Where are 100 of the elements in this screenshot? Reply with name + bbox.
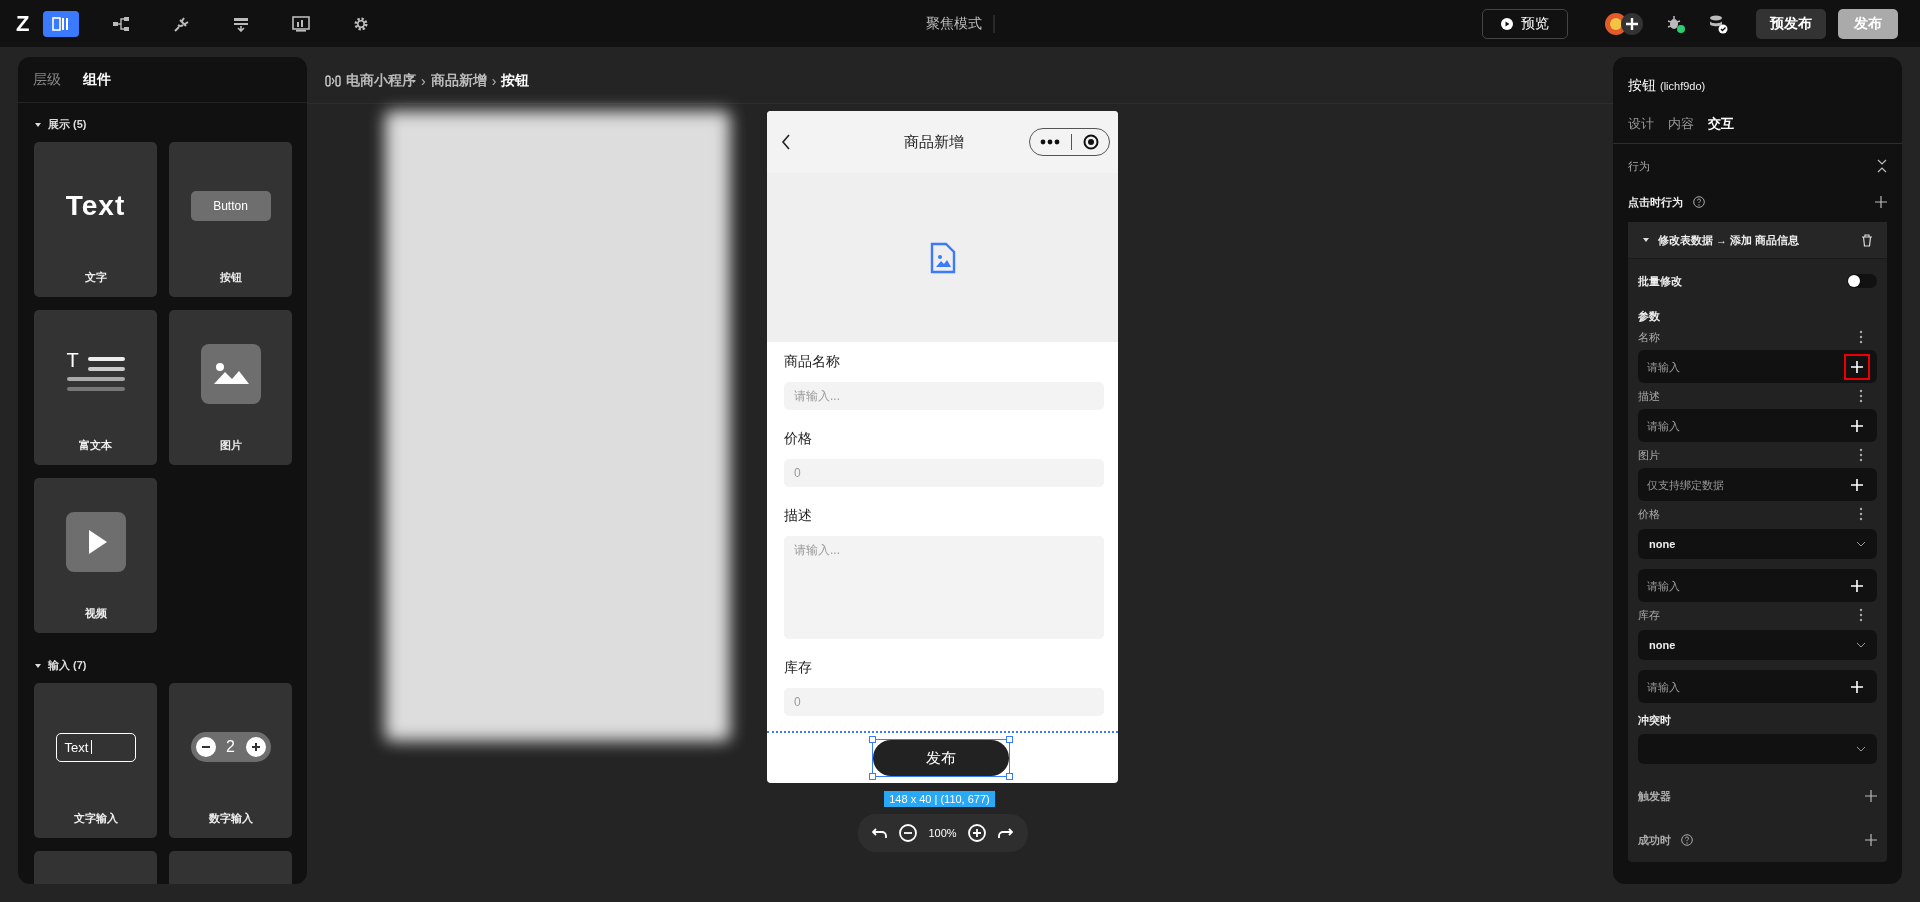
input-field[interactable]: 请输入 xyxy=(1638,409,1877,442)
component-card[interactable]: 图片 xyxy=(169,310,292,465)
component-card[interactable]: T 富文本 xyxy=(34,310,157,465)
add-icon[interactable] xyxy=(1865,834,1877,846)
redo-icon[interactable] xyxy=(996,827,1013,839)
preview-button[interactable]: 预览 xyxy=(1482,8,1568,39)
more-icon[interactable] xyxy=(1859,389,1863,403)
section-title: 成功时 xyxy=(1638,832,1671,848)
resize-handle[interactable] xyxy=(1005,736,1013,743)
input-field[interactable]: 0 xyxy=(784,459,1104,487)
help-icon[interactable] xyxy=(1693,196,1705,208)
input-field[interactable]: 请输入 xyxy=(1638,670,1877,703)
logo[interactable]: Z xyxy=(16,10,30,37)
panel-tab[interactable]: 交互 xyxy=(1708,115,1734,133)
prepublish-button[interactable]: 预发布 xyxy=(1756,8,1826,39)
toggle-label: 批量修改 xyxy=(1638,273,1682,289)
select-field[interactable]: none xyxy=(1638,529,1877,559)
param-label: 库存 xyxy=(1638,607,1660,623)
field-label: 商品名称 xyxy=(784,353,841,371)
group-title[interactable]: 输入 (7) xyxy=(48,658,87,673)
undo-icon[interactable] xyxy=(872,827,889,839)
breadcrumb-item[interactable]: 商品新增 xyxy=(430,72,487,90)
more-icon[interactable] xyxy=(1859,448,1863,462)
breadcrumb-separator: › xyxy=(491,73,497,89)
chevron-icon xyxy=(1856,642,1866,648)
more-icon[interactable] xyxy=(1040,139,1060,145)
input-field[interactable]: 0 xyxy=(784,688,1104,716)
bug-icon[interactable] xyxy=(1666,13,1686,34)
avatar-icon[interactable] xyxy=(1604,11,1644,36)
input-field[interactable]: 请输入 xyxy=(1638,350,1877,383)
component-card[interactable]: Text 文字 xyxy=(34,142,157,297)
more-icon[interactable] xyxy=(1859,608,1863,622)
params-title: 参数 xyxy=(1638,309,1661,324)
image-file-icon xyxy=(929,241,956,274)
target-icon[interactable] xyxy=(1083,134,1099,150)
param-label: 描述 xyxy=(1638,388,1660,404)
chevron-icon xyxy=(1856,541,1866,547)
text-area[interactable]: 请输入... xyxy=(784,536,1104,639)
more-icon[interactable] xyxy=(1859,330,1863,344)
select-field[interactable] xyxy=(1638,734,1877,764)
component-card[interactable]: Text 文字输入 xyxy=(34,683,157,838)
panel-tab[interactable]: 层级 xyxy=(33,71,61,89)
sample-input: Text xyxy=(55,732,136,762)
select-field[interactable]: none xyxy=(1638,630,1877,660)
resize-handle[interactable] xyxy=(868,773,876,780)
input-field[interactable]: 请输入... xyxy=(784,382,1104,410)
collapse-icon[interactable] xyxy=(1877,159,1887,173)
submit-button[interactable]: 发布 xyxy=(872,740,1009,776)
section-title: 行为 xyxy=(1628,158,1650,174)
card-label: 富文本 xyxy=(79,438,112,453)
resize-handle[interactable] xyxy=(1005,773,1013,780)
plus-icon xyxy=(245,737,266,757)
field-label: 描述 xyxy=(784,507,813,525)
breadcrumb-separator: › xyxy=(421,73,426,89)
caret-icon[interactable] xyxy=(34,120,42,129)
sample-stepper: 2 xyxy=(190,732,271,762)
sample-text: Text xyxy=(65,190,126,222)
component-card[interactable]: Button 按钮 xyxy=(169,142,292,297)
play-icon xyxy=(1501,17,1513,30)
add-icon[interactable] xyxy=(1875,196,1887,208)
panel-tab[interactable]: 内容 xyxy=(1668,115,1694,133)
zoom-out-icon[interactable] xyxy=(898,823,919,843)
toolbar-icon[interactable] xyxy=(43,10,80,37)
panel-tab[interactable]: 设计 xyxy=(1628,115,1654,133)
card-label: 视频 xyxy=(84,606,107,621)
component-card[interactable]: 视频 xyxy=(34,478,157,633)
trash-icon[interactable] xyxy=(1861,233,1873,247)
chevron-icon xyxy=(1856,746,1866,752)
add-icon[interactable] xyxy=(1865,790,1877,802)
image-icon xyxy=(200,344,261,404)
caret-icon[interactable] xyxy=(34,661,42,670)
group-title[interactable]: 展示 (5) xyxy=(48,117,87,132)
param-label: 图片 xyxy=(1638,447,1660,463)
breadcrumb-item[interactable]: 电商小程序 xyxy=(346,72,416,90)
breadcrumb-item[interactable]: 按钮 xyxy=(501,72,530,90)
panel-tab[interactable]: 组件 xyxy=(83,71,111,89)
input-field[interactable]: 仅支持绑定数据 xyxy=(1638,468,1877,501)
resize-handle[interactable] xyxy=(868,736,876,743)
card-label: 文字 xyxy=(84,270,107,285)
zoom-in-icon[interactable] xyxy=(966,823,987,843)
component-card[interactable]: 2 数字输入 xyxy=(169,683,292,838)
caret-icon[interactable] xyxy=(1642,236,1650,244)
add-icon[interactable] xyxy=(1844,354,1870,380)
card-label: 图片 xyxy=(219,438,242,453)
section-title: 触发器 xyxy=(1638,788,1671,804)
minus-icon xyxy=(195,737,216,757)
toggle-switch[interactable] xyxy=(1847,274,1877,288)
more-icon[interactable] xyxy=(1859,507,1863,521)
field-label: 价格 xyxy=(784,430,813,448)
section-title: 点击时行为 xyxy=(1628,194,1683,210)
param-label: 名称 xyxy=(1638,329,1660,345)
input-field[interactable]: 请输入 xyxy=(1638,569,1877,602)
help-icon[interactable] xyxy=(1681,834,1693,846)
card-label: 按钮 xyxy=(219,270,242,285)
page-title: 商品新增 xyxy=(904,132,964,152)
back-icon[interactable] xyxy=(781,134,791,150)
play-icon xyxy=(65,512,126,572)
database-icon[interactable] xyxy=(1708,13,1728,34)
mode-label: 聚焦模式 xyxy=(925,14,995,33)
component-icon xyxy=(325,75,341,87)
